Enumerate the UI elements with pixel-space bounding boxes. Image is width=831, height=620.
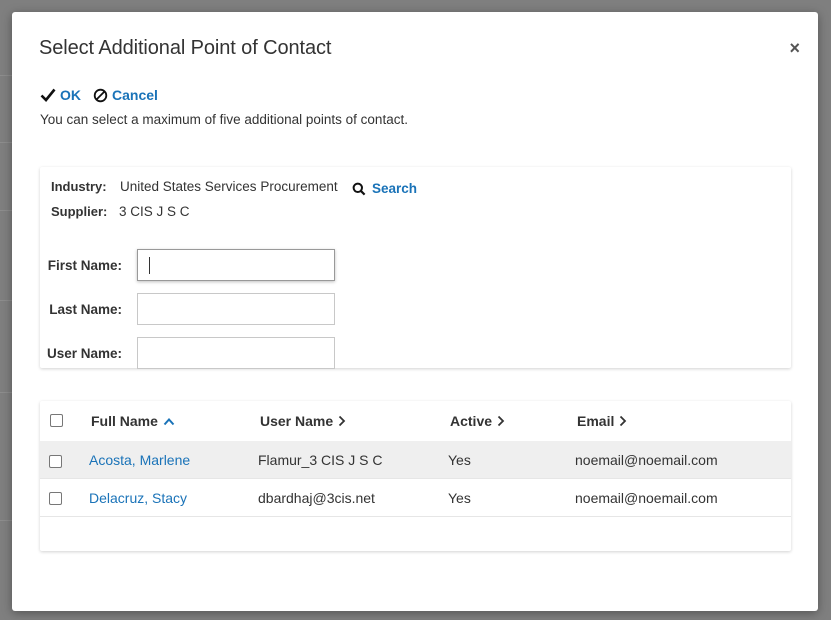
ok-label: OK (60, 87, 81, 103)
close-icon[interactable]: × (789, 38, 800, 58)
search-filters-panel: Industry: United States Services Procure… (40, 167, 791, 369)
column-email-label: Email (577, 413, 615, 429)
table-header: Full Name User Name Active Email (40, 401, 791, 441)
column-active-label: Active (450, 413, 493, 429)
column-active[interactable]: Active (450, 413, 505, 429)
table-row: Delacruz, Stacy dbardhaj@3cis.net Yes no… (40, 479, 791, 517)
user-name-label: User Name: (46, 346, 122, 361)
row-checkbox[interactable] (49, 455, 62, 468)
industry-value: United States Services Procurement (120, 179, 338, 194)
email-cell: noemail@noemail.com (575, 490, 718, 506)
full-name-link[interactable]: Delacruz, Stacy (89, 490, 187, 506)
dialog: Select Additional Point of Contact × OK … (12, 12, 818, 611)
active-cell: Yes (448, 490, 471, 506)
user-name-cell: dbardhaj@3cis.net (258, 490, 375, 506)
checkmark-icon (40, 88, 56, 102)
first-name-input[interactable] (137, 249, 335, 281)
chevron-right-icon (620, 415, 627, 427)
email-cell: noemail@noemail.com (575, 452, 718, 468)
column-user-name[interactable]: User Name (260, 413, 346, 429)
column-user-name-label: User Name (260, 413, 334, 429)
row-checkbox[interactable] (49, 492, 62, 505)
last-name-input[interactable] (137, 293, 335, 325)
user-name-cell: Flamur_3 CIS J S C (258, 452, 383, 468)
info-text: You can select a maximum of five additio… (40, 112, 408, 127)
ok-button[interactable]: OK (40, 87, 81, 103)
supplier-label: Supplier: (51, 204, 108, 219)
industry-label: Industry: (51, 179, 107, 194)
dialog-title: Select Additional Point of Contact (39, 37, 332, 59)
supplier-value: 3 CIS J S C (119, 204, 190, 219)
column-full-name[interactable]: Full Name (91, 413, 175, 429)
chevron-up-icon (163, 417, 175, 425)
select-all-checkbox[interactable] (50, 414, 63, 427)
full-name-link[interactable]: Acosta, Marlene (89, 452, 190, 468)
first-name-label: First Name: (47, 258, 122, 273)
contacts-table: Full Name User Name Active Email Acosta,… (40, 401, 791, 551)
chevron-right-icon (497, 415, 505, 427)
cancel-button[interactable]: Cancel (93, 87, 158, 103)
active-cell: Yes (448, 452, 471, 468)
cancel-label: Cancel (112, 87, 158, 103)
column-email[interactable]: Email (577, 413, 627, 429)
text-caret (149, 257, 150, 274)
column-full-name-label: Full Name (91, 413, 158, 429)
ban-icon (93, 88, 108, 102)
user-name-input[interactable] (137, 337, 335, 369)
table-row: Acosta, Marlene Flamur_3 CIS J S C Yes n… (40, 441, 791, 479)
search-label: Search (372, 181, 418, 196)
search-button[interactable]: Search (352, 181, 417, 196)
search-icon (352, 182, 366, 195)
last-name-label: Last Name: (49, 302, 122, 317)
dialog-actions: OK Cancel (40, 87, 170, 103)
chevron-right-icon (339, 415, 346, 427)
